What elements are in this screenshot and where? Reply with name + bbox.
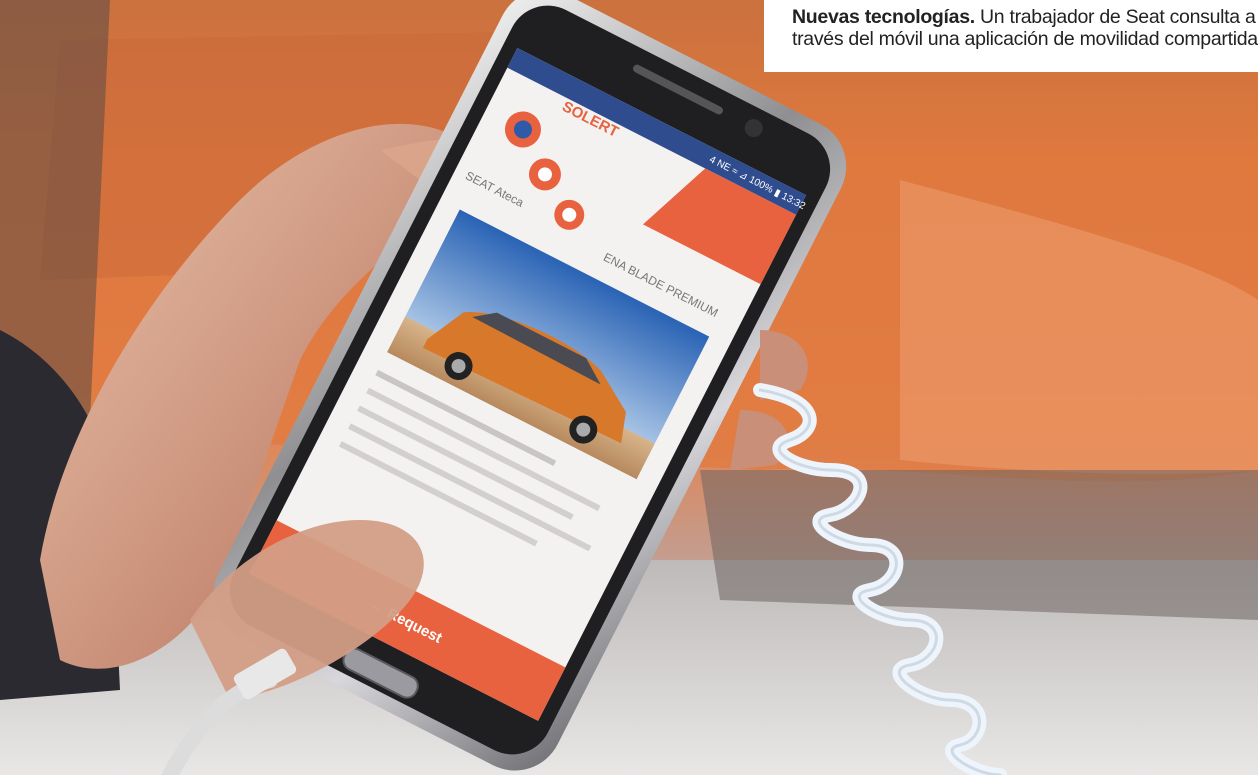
photo-illustration: SOLERT SEAT Ateca ENA BLADE PREMIUM 4 NE…	[0, 0, 1258, 775]
caption-line1: Un trabajador de Seat consulta a	[980, 6, 1256, 28]
caption-line2: través del móvil una aplicación de movil…	[792, 28, 1258, 50]
photo: SOLERT SEAT Ateca ENA BLADE PREMIUM 4 NE…	[0, 0, 1258, 775]
photo-caption: Nuevas tecnologías. Un trabajador de Sea…	[764, 0, 1258, 72]
caption-lead: Nuevas tecnologías.	[792, 6, 975, 28]
